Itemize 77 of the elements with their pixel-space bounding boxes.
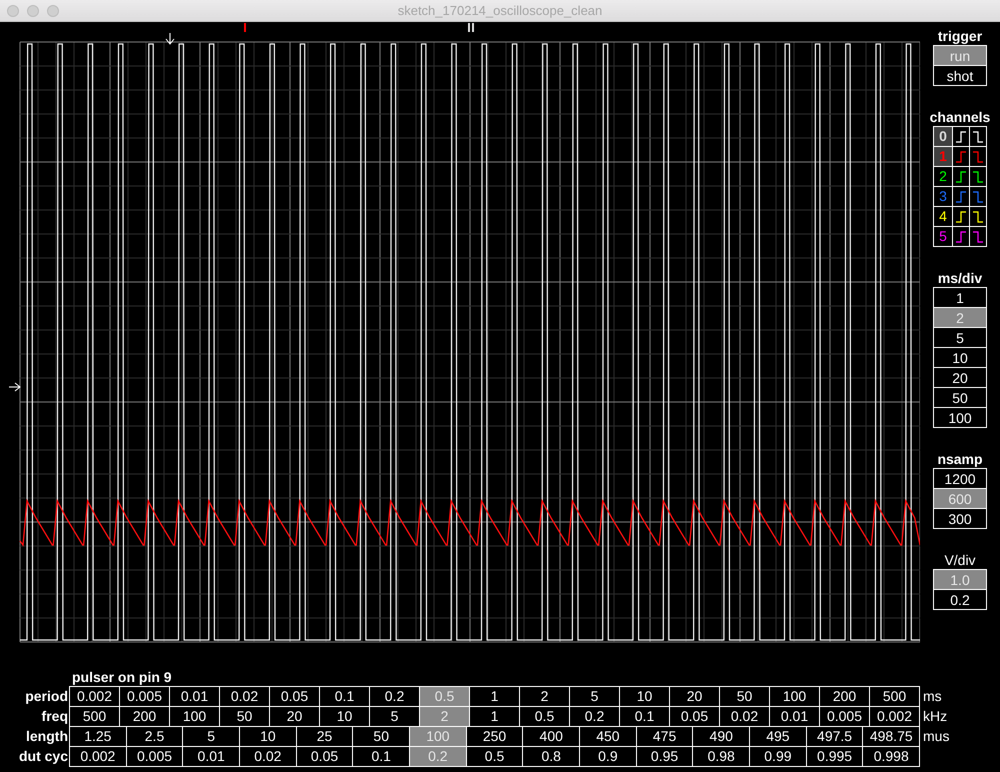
value-button[interactable]: 0.95 xyxy=(636,747,694,766)
value-button[interactable]: 200 xyxy=(120,707,170,726)
section-label: V/div xyxy=(943,552,977,569)
pulser-title: pulser on pin 9 xyxy=(72,668,173,686)
value-button[interactable]: 0.05 xyxy=(270,687,320,706)
value-button[interactable]: 450 xyxy=(580,727,637,746)
value-button[interactable]: 500 xyxy=(70,707,120,726)
value-button[interactable]: 0.005 xyxy=(120,687,170,706)
value-button[interactable]: 100 xyxy=(170,707,220,726)
value-button[interactable]: 0.9 xyxy=(580,747,637,766)
row-label: dut cyc xyxy=(18,747,69,766)
value-button[interactable]: 10 xyxy=(240,727,297,746)
row-label: length xyxy=(25,727,69,746)
value-button[interactable]: 0.8 xyxy=(523,747,580,766)
value-button[interactable]: 0.5 xyxy=(466,747,524,766)
value-button[interactable]: 50 xyxy=(720,687,770,706)
value-button[interactable]: 0.02 xyxy=(720,707,770,726)
value-button[interactable]: 100 xyxy=(770,687,820,706)
value-button[interactable]: 2.5 xyxy=(126,727,184,746)
value-button[interactable]: 495 xyxy=(750,727,807,746)
channel-toggle[interactable]: 0 xyxy=(934,127,953,146)
value-button[interactable]: 490 xyxy=(693,727,750,746)
section-label: nsamp xyxy=(936,451,984,468)
section-label: ms/div xyxy=(936,270,984,287)
value-button[interactable]: 0.995 xyxy=(806,747,864,766)
value-button[interactable]: 0.01 xyxy=(770,707,820,726)
trigger-position-marker[interactable] xyxy=(244,23,246,32)
window-title: sketch_170214_oscilloscope_clean xyxy=(396,3,604,18)
value-button[interactable]: 10 xyxy=(320,707,370,726)
value-button[interactable]: 0.002 xyxy=(870,707,920,726)
value-button[interactable]: 400 xyxy=(523,727,580,746)
value-button[interactable]: 0.002 xyxy=(70,687,120,706)
value-button[interactable]: 5 xyxy=(570,687,620,706)
row-label: freq xyxy=(40,707,69,726)
value-button[interactable]: 10 xyxy=(620,687,670,706)
value-button[interactable]: 0.002 xyxy=(70,747,127,766)
value-button[interactable]: 1 xyxy=(470,687,520,706)
down-arrow-icon[interactable] xyxy=(166,32,174,45)
value-button[interactable]: 0.98 xyxy=(693,747,750,766)
right-arrow-icon[interactable] xyxy=(8,382,21,392)
pause-icon xyxy=(468,23,474,32)
value-button[interactable]: 0.01 xyxy=(183,747,240,766)
value-button[interactable]: 0.1 xyxy=(620,707,670,726)
value-button[interactable]: 497.5 xyxy=(806,727,864,746)
value-button[interactable]: 0.01 xyxy=(170,687,220,706)
section-label: trigger xyxy=(936,28,984,45)
row-label: period xyxy=(24,687,69,706)
unit-label: kHz xyxy=(922,707,948,726)
value-button[interactable]: 2 xyxy=(520,687,570,706)
value-button[interactable]: 0.5 xyxy=(520,707,570,726)
value-button[interactable]: 50 xyxy=(220,707,270,726)
falling-edge-icon[interactable] xyxy=(972,230,984,244)
value-button[interactable]: 0.02 xyxy=(240,747,297,766)
value-button[interactable]: 0.998 xyxy=(863,747,920,766)
value-button[interactable]: 25 xyxy=(296,727,354,746)
value-button[interactable]: 0.99 xyxy=(750,747,807,766)
value-button[interactable]: 0.1 xyxy=(320,687,370,706)
value-button[interactable]: 200 xyxy=(820,687,870,706)
unit-label: mus xyxy=(922,727,950,746)
value-button[interactable]: 250 xyxy=(466,727,524,746)
value-button[interactable]: 1.25 xyxy=(70,727,127,746)
value-button[interactable]: 500 xyxy=(870,687,920,706)
value-button[interactable]: 20 xyxy=(270,707,320,726)
rising-edge-icon[interactable] xyxy=(955,230,967,244)
value-button[interactable]: 475 xyxy=(636,727,694,746)
value-button[interactable]: 0.05 xyxy=(296,747,354,766)
value-button[interactable]: 5 xyxy=(183,727,240,746)
value-button[interactable]: 0.005 xyxy=(126,747,184,766)
value-button[interactable]: 0.005 xyxy=(820,707,870,726)
value-button[interactable]: 0.2 xyxy=(570,707,620,726)
value-button[interactable]: 1 xyxy=(470,707,520,726)
unit-label: ms xyxy=(922,687,942,706)
value-button[interactable]: 0.02 xyxy=(220,687,270,706)
value-button[interactable]: 20 xyxy=(670,687,720,706)
section-label: channels xyxy=(928,109,992,126)
value-button[interactable]: 498.75 xyxy=(863,727,920,746)
value-button[interactable]: 0.05 xyxy=(670,707,720,726)
